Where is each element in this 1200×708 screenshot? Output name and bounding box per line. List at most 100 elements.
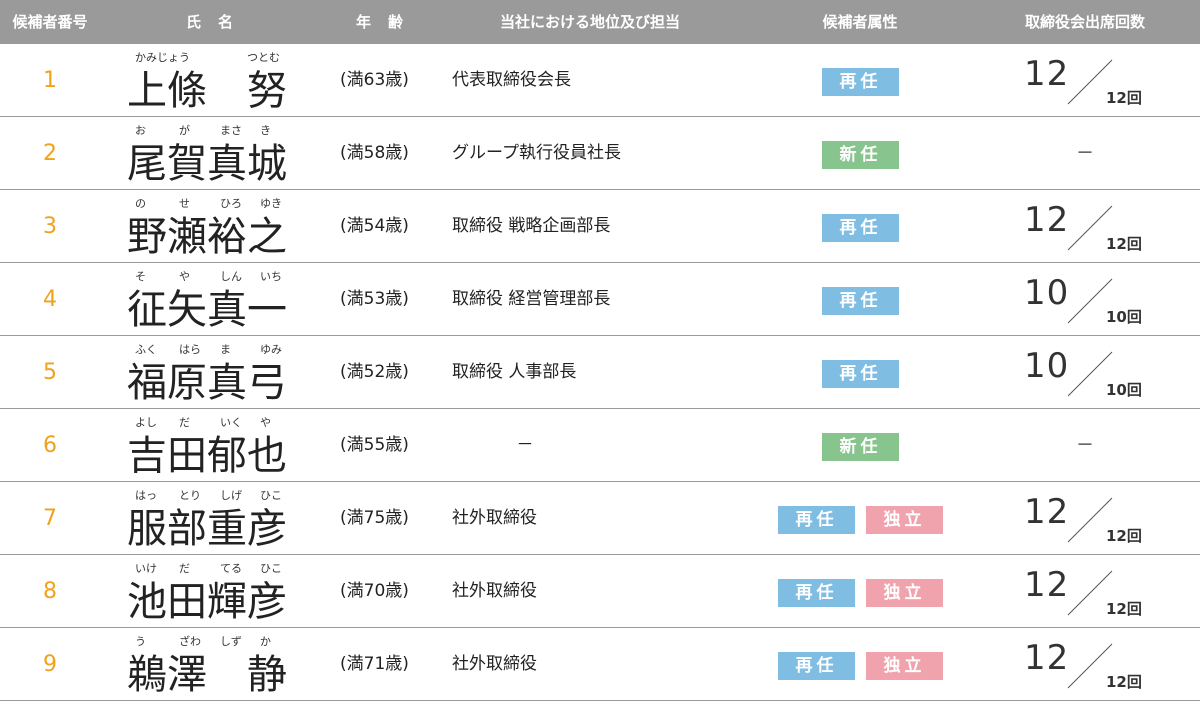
furigana-part: しん xyxy=(220,270,242,283)
attendance-none: － xyxy=(1076,143,1094,164)
candidate-position: 取締役 経営管理部長 xyxy=(452,289,611,309)
furigana-part: だ xyxy=(179,416,190,429)
furigana-part: とり xyxy=(179,489,201,502)
attendance-count: 12 xyxy=(1024,492,1070,532)
candidate-name: 鵜澤 静 xyxy=(127,652,287,698)
furigana-part: そ xyxy=(135,270,146,283)
candidate-number: 1 xyxy=(43,68,57,93)
furigana-part: ま xyxy=(220,343,231,356)
furigana-part: だ xyxy=(179,562,190,575)
furigana-part: の xyxy=(135,197,146,210)
candidate-position: 代表取締役会長 xyxy=(452,70,571,90)
candidate-age: (満53歳) xyxy=(340,289,409,309)
furigana-part: せ xyxy=(179,197,190,210)
candidate-age: (満71歳) xyxy=(340,654,409,674)
candidate-name: 服部重彦 xyxy=(127,506,287,552)
furigana-part: かみじょう xyxy=(135,51,190,64)
furigana-part: はら xyxy=(179,343,201,356)
attribute-badge: 再任 xyxy=(822,68,899,96)
candidate-name: 上條 努 xyxy=(127,68,287,114)
header-candidate-no: 候補者番号 xyxy=(12,13,88,31)
candidate-name: 吉田郁也 xyxy=(127,433,287,479)
header-attendance: 取締役会出席回数 xyxy=(1024,13,1145,31)
reappoint-badge: 再任 xyxy=(778,579,855,607)
attendance-total: 12回 xyxy=(1106,673,1142,691)
furigana-part: ひろ xyxy=(220,197,242,210)
candidate-name: 征矢真一 xyxy=(127,287,287,333)
table-row: 6 よし だ いく や吉田郁也 (満55歳) － 新任 － xyxy=(0,409,1200,482)
furigana-part: ざわ xyxy=(179,635,201,648)
candidate-number: 3 xyxy=(43,214,57,239)
name-furigana: よし だ いく や xyxy=(127,414,302,430)
furigana-part: き xyxy=(260,124,271,137)
furigana-part: お xyxy=(135,124,146,137)
candidate-age: (満70歳) xyxy=(340,581,409,601)
name-furigana: お が まさ き xyxy=(127,122,302,138)
row-divider xyxy=(0,700,1200,701)
reappoint-badge: 再任 xyxy=(778,652,855,680)
candidate-position: － xyxy=(516,435,534,455)
attendance-count: 12 xyxy=(1024,638,1070,678)
table-row: 5 ふく はら ま ゆみ 福原真弓 (満52歳) 取締役 人事部長 再任 10 10回 xyxy=(0,336,1200,409)
attendance-count: 10 xyxy=(1024,273,1070,313)
furigana-part: ゆき xyxy=(260,197,282,210)
name-furigana: う ざわ しず か xyxy=(127,633,302,649)
candidate-number: 2 xyxy=(43,141,57,166)
candidate-position: 取締役 戦略企画部長 xyxy=(452,216,611,236)
candidate-age: (満75歳) xyxy=(340,508,409,528)
attribute-badge: 新任 xyxy=(822,433,899,461)
independent-badge: 独立 xyxy=(866,652,943,680)
attribute-badge: 再任 xyxy=(822,360,899,388)
furigana-part: しげ xyxy=(220,489,242,502)
attribute-badge: 再任 xyxy=(822,287,899,315)
furigana-part: いく xyxy=(220,416,242,429)
furigana-part: う xyxy=(135,635,146,648)
attendance-count: 10 xyxy=(1024,346,1070,386)
furigana-part: いけ xyxy=(135,562,157,575)
independent-badge: 独立 xyxy=(866,506,943,534)
attendance-count: 12 xyxy=(1024,54,1070,94)
furigana-part: や xyxy=(260,416,271,429)
independent-badge: 独立 xyxy=(866,579,943,607)
table-row: 2 お が まさ き尾賀真城 (満58歳) グループ執行役員社長 新任 － xyxy=(0,117,1200,190)
furigana-part: はっ xyxy=(135,489,157,502)
candidate-number: 4 xyxy=(43,287,57,312)
furigana-part: か xyxy=(260,635,271,648)
attendance-total: 12回 xyxy=(1106,527,1142,545)
name-furigana: はっ とり しげ ひこ xyxy=(127,487,302,503)
header-age: 年 齢 xyxy=(355,13,404,31)
table-row: 1 かみじょう つとむ 上條 努 (満63歳) 代表取締役会長 再任 12 12回 xyxy=(0,44,1200,117)
candidate-position: 社外取締役 xyxy=(452,654,537,674)
attendance-total: 12回 xyxy=(1106,600,1142,618)
table-row: 9 う ざわ しず か鵜澤 静 (満71歳) 社外取締役 再任 独立 12 12回 xyxy=(0,628,1200,701)
furigana-part: が xyxy=(179,124,190,137)
candidate-name: 尾賀真城 xyxy=(127,141,287,187)
name-furigana: そ や しん いち xyxy=(127,268,302,284)
table-row: 8 いけ だ てる ひこ 池田輝彦 (満70歳) 社外取締役 再任 独立 12 12回 xyxy=(0,555,1200,628)
attribute-badge: 再任 xyxy=(822,214,899,242)
attendance-total: 10回 xyxy=(1106,381,1142,399)
candidate-position: グループ執行役員社長 xyxy=(452,143,621,163)
attendance-count: 12 xyxy=(1024,200,1070,240)
table-row: 7 はっ とり しげ ひこ 服部重彦 (満75歳) 社外取締役 再任 独立 12 12回 xyxy=(0,482,1200,555)
furigana-part: ひこ xyxy=(260,562,282,575)
candidate-name: 池田輝彦 xyxy=(127,579,287,625)
reappoint-badge: 再任 xyxy=(778,506,855,534)
candidate-number: 5 xyxy=(43,360,57,385)
furigana-part: しず xyxy=(220,635,242,648)
candidate-number: 8 xyxy=(43,579,57,604)
table-row: 4 そ や しん いち 征矢真一 (満53歳) 取締役 経営管理部長 再任 10 10回 xyxy=(0,263,1200,336)
attendance-none: － xyxy=(1076,435,1094,456)
header-name: 氏 名 xyxy=(185,13,234,31)
candidate-name: 野瀬裕之 xyxy=(127,214,287,260)
candidate-number: 9 xyxy=(43,652,57,677)
attendance-total: 12回 xyxy=(1106,89,1142,107)
table-header: 候補者番号 氏 名 年 齢 当社における地位及び担当 候補者属性 取締役会出席回… xyxy=(0,0,1200,44)
attribute-badge: 新任 xyxy=(822,141,899,169)
candidate-position: 社外取締役 xyxy=(452,508,537,528)
furigana-part: まさ xyxy=(220,124,242,137)
name-furigana: の せ ひろ ゆき xyxy=(127,195,302,211)
candidate-name: 福原真弓 xyxy=(127,360,287,406)
candidate-number: 6 xyxy=(43,433,57,458)
furigana-part: ひこ xyxy=(260,489,282,502)
